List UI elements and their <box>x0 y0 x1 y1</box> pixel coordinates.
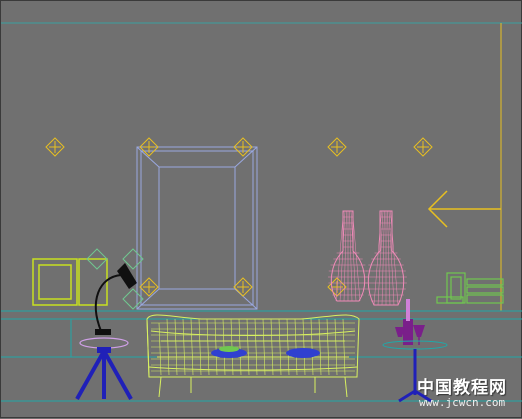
books[interactable] <box>436 272 504 304</box>
wine-set[interactable] <box>395 299 425 345</box>
watermark-title: 中国教程网 <box>417 378 507 398</box>
side-table-left[interactable] <box>75 337 133 400</box>
watermark-url: www.jcwcn.com <box>419 396 506 409</box>
bowls <box>211 346 320 358</box>
direction-arrow-icon[interactable] <box>427 190 501 228</box>
vase-mesh <box>328 210 407 306</box>
desk-lamp[interactable] <box>94 263 137 335</box>
scene-wireframe <box>1 22 522 403</box>
sofa-mesh-line <box>158 322 162 376</box>
sofa-mesh <box>151 318 355 376</box>
shelf <box>1 310 522 358</box>
light-helpers[interactable] <box>45 137 433 297</box>
front-viewport[interactable]: 中国教程网 www.jcwcn.com <box>0 0 522 418</box>
